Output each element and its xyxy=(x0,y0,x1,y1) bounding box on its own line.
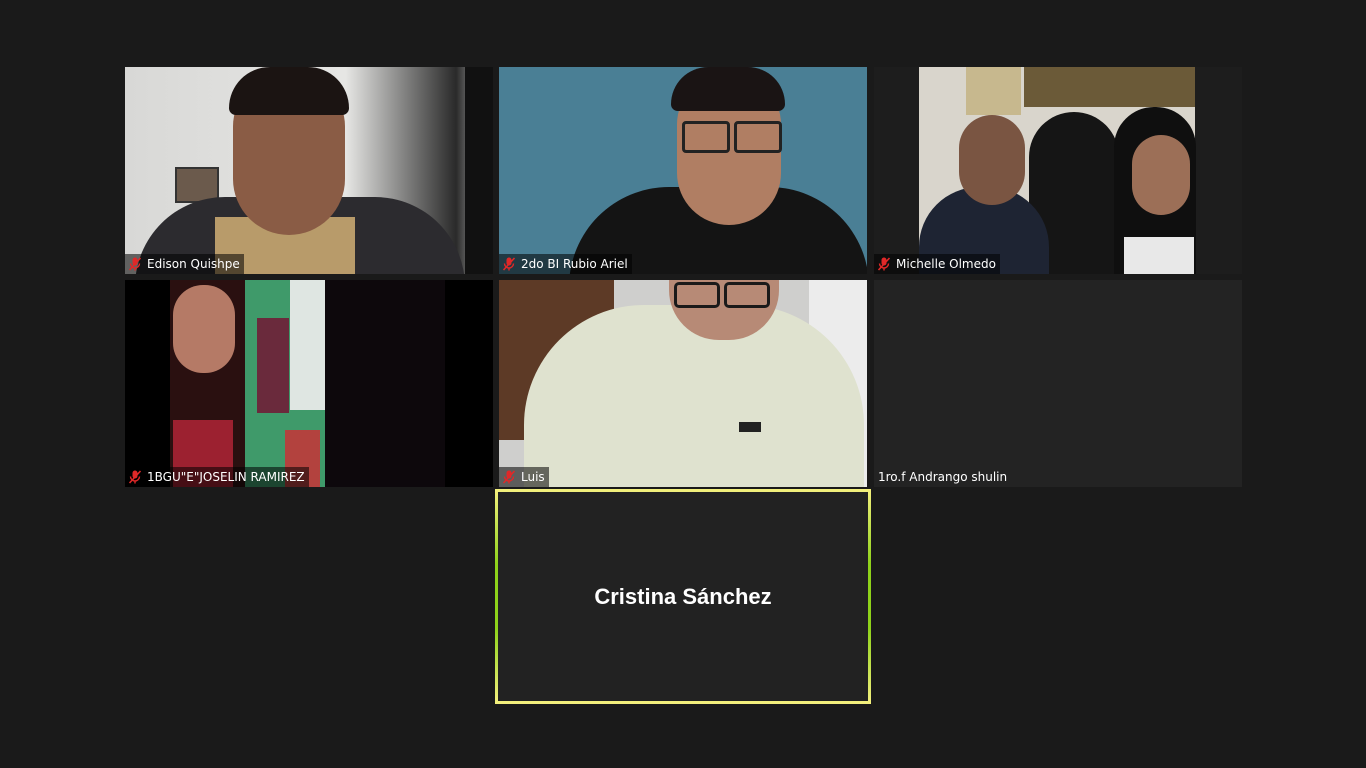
microphone-muted-icon xyxy=(502,470,516,484)
participant-name: Edison Quishpe xyxy=(147,257,240,271)
microphone-muted-icon xyxy=(128,470,142,484)
participant-video xyxy=(499,280,867,487)
participant-name-tag: Luis xyxy=(499,467,549,487)
participant-video xyxy=(499,67,867,274)
participant-name-tag: 1ro.f Andrango shulin xyxy=(874,467,1011,487)
participant-tile[interactable]: 1ro.f Andrango shulin xyxy=(874,280,1242,487)
participant-name: 1ro.f Andrango shulin xyxy=(878,470,1008,484)
participant-name-tag: 2do BI Rubio Ariel xyxy=(499,254,632,274)
microphone-muted-icon xyxy=(128,257,142,271)
microphone-muted-icon xyxy=(502,257,516,271)
microphone-muted-icon xyxy=(877,257,891,271)
active-speaker-name: Cristina Sánchez xyxy=(594,583,772,609)
participant-name-tag: 1BGU"E"JOSELIN RAMIREZ xyxy=(125,467,309,487)
participant-name: 1BGU"E"JOSELIN RAMIREZ xyxy=(147,470,305,484)
video-gallery: Edison Quishpe 2do BI Rubio Ariel Michel… xyxy=(0,0,1366,768)
participant-tile[interactable]: Luis xyxy=(499,280,867,487)
participant-name: 2do BI Rubio Ariel xyxy=(521,257,628,271)
participant-tile[interactable]: 1BGU"E"JOSELIN RAMIREZ xyxy=(125,280,493,487)
participant-tile[interactable]: 2do BI Rubio Ariel xyxy=(499,67,867,274)
participant-tile[interactable]: Edison Quishpe xyxy=(125,67,493,274)
participant-video xyxy=(125,67,493,274)
participant-name-tag: Michelle Olmedo xyxy=(874,254,1000,274)
participant-name-tag: Edison Quishpe xyxy=(125,254,244,274)
participant-name: Michelle Olmedo xyxy=(896,257,996,271)
active-speaker-tile[interactable]: Cristina Sánchez xyxy=(495,489,871,704)
participant-video xyxy=(874,67,1242,274)
participant-tile[interactable]: Michelle Olmedo xyxy=(874,67,1242,274)
participant-name: Luis xyxy=(521,470,545,484)
participant-video xyxy=(125,280,493,487)
